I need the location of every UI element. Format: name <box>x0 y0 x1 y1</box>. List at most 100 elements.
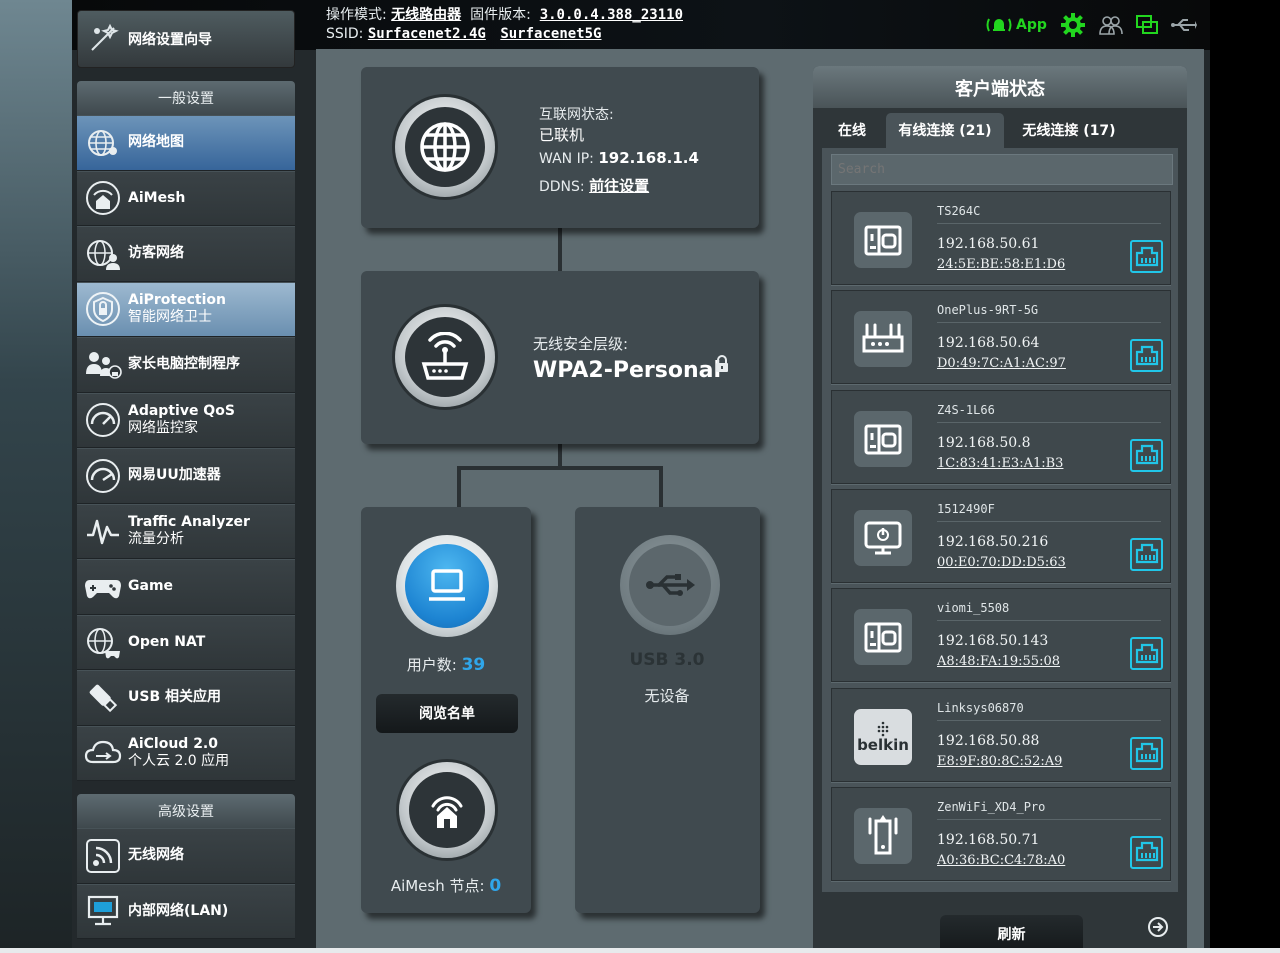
search-input[interactable] <box>831 154 1173 185</box>
lan-icon <box>83 891 123 931</box>
tab-online[interactable]: 在线 <box>827 113 877 148</box>
sidebar-item-label: 网易UU加速器 <box>128 467 221 484</box>
usb-title: USB 3.0 <box>629 650 705 670</box>
client-device-card[interactable]: ZenWiFi_XD4_Pro 192.168.50.71 A0:36:BC:C4:… <box>831 786 1171 881</box>
lan-port-icon[interactable] <box>1130 240 1163 273</box>
lan-port-icon[interactable] <box>1130 835 1163 869</box>
usb-icon[interactable] <box>1170 17 1197 33</box>
monitor-icon[interactable] <box>854 509 912 566</box>
usb-device-icon[interactable] <box>620 535 720 635</box>
sidebar-item-title: Traffic Analyzer <box>128 514 250 531</box>
open-nat-icon <box>83 622 123 662</box>
client-device-card[interactable]: belkin Linksys06870 192.168.50.88 E8:9F:80:… <box>831 687 1171 782</box>
lan-port-icon[interactable] <box>1130 537 1163 571</box>
device-divider <box>937 223 1161 224</box>
lan-port-icon[interactable] <box>1130 438 1163 472</box>
sidebar-item-title: AiCloud 2.0 <box>128 736 218 753</box>
tab-wired[interactable]: 有线连接 (21) <box>886 113 1004 148</box>
belkin-logo-text: belkin <box>857 735 909 754</box>
device-mac[interactable]: 00:E0:70:DD:D5:63 <box>937 555 1066 570</box>
sidebar-item-subtitle: 智能网络卫士 <box>128 309 212 326</box>
device-mac[interactable]: A0:36:BC:C4:78:A0 <box>937 853 1065 868</box>
ssid-24g[interactable]: Surfacenet2.4G <box>368 26 486 42</box>
wan-ip-value: 192.168.1.4 <box>598 149 699 167</box>
device-ip: 192.168.50.143 <box>937 633 1049 650</box>
wizard-icon <box>88 22 122 56</box>
quick-setup-button[interactable]: 网络设置向导 <box>77 10 295 68</box>
sidebar-item-open-nat[interactable]: Open NAT <box>77 614 295 670</box>
sidebar-item-title: AiProtection <box>128 292 226 309</box>
sidebar-item-parental[interactable]: 家长电脑控制程序 <box>77 337 295 393</box>
device-mac[interactable]: 1C:83:41:E3:A1:B3 <box>937 456 1063 471</box>
device-name: Linksys06870 <box>937 700 1024 715</box>
tab-wireless[interactable]: 无线连接 (17) <box>1010 113 1128 148</box>
device-mac[interactable]: A8:48:FA:19:55:08 <box>937 654 1060 669</box>
sidebar-item-shield[interactable]: AiProtection 智能网络卫士 <box>77 281 295 337</box>
sidebar-item-cloud[interactable]: AiCloud 2.0 个人云 2.0 应用 <box>77 725 295 781</box>
belkin-logo[interactable]: belkin <box>854 708 912 765</box>
cloud-icon <box>83 733 123 773</box>
ssid-5g[interactable]: Surfacenet5G <box>500 26 601 42</box>
app-label: App <box>1016 17 1047 33</box>
app-icon[interactable]: App <box>986 16 1047 34</box>
users-icon[interactable] <box>1099 14 1123 36</box>
usb-status: 无设备 <box>644 687 690 705</box>
nas-icon[interactable] <box>854 212 912 268</box>
device-mac[interactable]: 24:5E:BE:58:E1:D6 <box>937 257 1065 272</box>
parental-icon <box>83 345 123 385</box>
extender-icon[interactable] <box>854 807 912 864</box>
client-device-card[interactable]: TS264C 192.168.50.61 24:5E:BE:58:E1:D6 <box>831 191 1171 285</box>
usb-app-icon <box>83 678 123 718</box>
sidebar-item-aimesh[interactable]: AiMesh <box>77 170 295 226</box>
sidebar-item-wireless[interactable]: 无线网络 <box>77 828 295 884</box>
sidebar-item-speedometer[interactable]: Adaptive QoS 网络监控家 <box>77 392 295 448</box>
sidebar-item-label: 网络地图 <box>128 134 184 151</box>
accelerator-icon <box>83 456 123 496</box>
client-device-card[interactable]: OnePlus-9RT-5G 192.168.50.64 D0:49:7C:A1:A… <box>831 290 1171 385</box>
lan-port-icon[interactable] <box>1130 637 1163 671</box>
router-icon[interactable] <box>395 307 495 407</box>
device-mac[interactable]: E8:9F:80:8C:52:A9 <box>937 754 1062 769</box>
sidebar-item-traffic[interactable]: Traffic Analyzer 流量分析 <box>77 503 295 559</box>
router-icon[interactable] <box>854 311 912 368</box>
client-status-title: 客户端状态 <box>813 66 1187 108</box>
client-device-card[interactable]: viomi_5508 192.168.50.143 A8:48:FA:19:55:0… <box>831 588 1171 683</box>
sidebar-item-accelerator[interactable]: 网易UU加速器 <box>77 448 295 504</box>
clients-icon[interactable] <box>396 535 498 637</box>
gear-icon[interactable] <box>1060 12 1086 38</box>
globe-icon[interactable] <box>395 97 495 197</box>
nas-icon[interactable] <box>854 410 912 467</box>
client-device-card[interactable]: 1512490F 192.168.50.216 00:E0:70:DD:D5:63 <box>831 488 1171 583</box>
view-list-button[interactable]: 阅览名单 <box>376 694 518 733</box>
devices-icon[interactable] <box>1135 14 1158 36</box>
sidebar-item-subtitle: 网络监控家 <box>128 420 198 437</box>
client-device-card[interactable]: Z4S-1L66 192.168.50.8 1C:83:41:E3:A1:B3 <box>831 389 1171 484</box>
device-ip: 192.168.50.88 <box>937 732 1040 749</box>
device-mac[interactable]: D0:49:7C:A1:AC:97 <box>937 356 1066 371</box>
sidebar-item-lan[interactable]: 内部网络(LAN) <box>77 883 295 939</box>
aimesh-node-icon[interactable] <box>399 762 495 858</box>
device-ip: 192.168.50.216 <box>937 533 1049 550</box>
clients-count-line: 用户数: 39 <box>407 654 486 675</box>
quick-setup-label: 网络设置向导 <box>128 32 212 48</box>
ddns-link[interactable]: 前往设置 <box>589 177 649 195</box>
op-mode-value[interactable]: 无线路由器 <box>391 7 461 23</box>
firmware-version[interactable]: 3.0.0.4.388_23110 <box>540 7 683 23</box>
sidebar-item-title: 无线网络 <box>128 847 184 864</box>
nas-icon[interactable] <box>854 609 912 666</box>
internet-status-label: 互联网状态: <box>539 107 614 123</box>
lan-port-icon[interactable] <box>1130 339 1163 373</box>
sidebar-item-gamepad[interactable]: Game <box>77 559 295 615</box>
sidebar-item-subtitle: 流量分析 <box>128 531 184 548</box>
sidebar-item-network-map[interactable]: 网络地图 <box>77 115 295 171</box>
collapse-arrow-icon[interactable] <box>1147 916 1169 942</box>
sidebar-item-usb-app[interactable]: USB 相关应用 <box>77 670 295 726</box>
lan-port-icon[interactable] <box>1130 736 1163 770</box>
page-background-left <box>0 0 72 953</box>
sidebar-item-guest-network[interactable]: 访客网络 <box>77 226 295 282</box>
op-mode-line: 操作模式: 无线路由器 固件版本: 3.0.0.4.388_23110 <box>326 4 693 24</box>
lock-icon[interactable] <box>714 355 730 377</box>
advanced-menu: 无线网络内部网络(LAN) <box>77 828 295 939</box>
sidebar-item-label: 访客网络 <box>128 245 184 262</box>
device-name: 1512490F <box>937 501 995 516</box>
